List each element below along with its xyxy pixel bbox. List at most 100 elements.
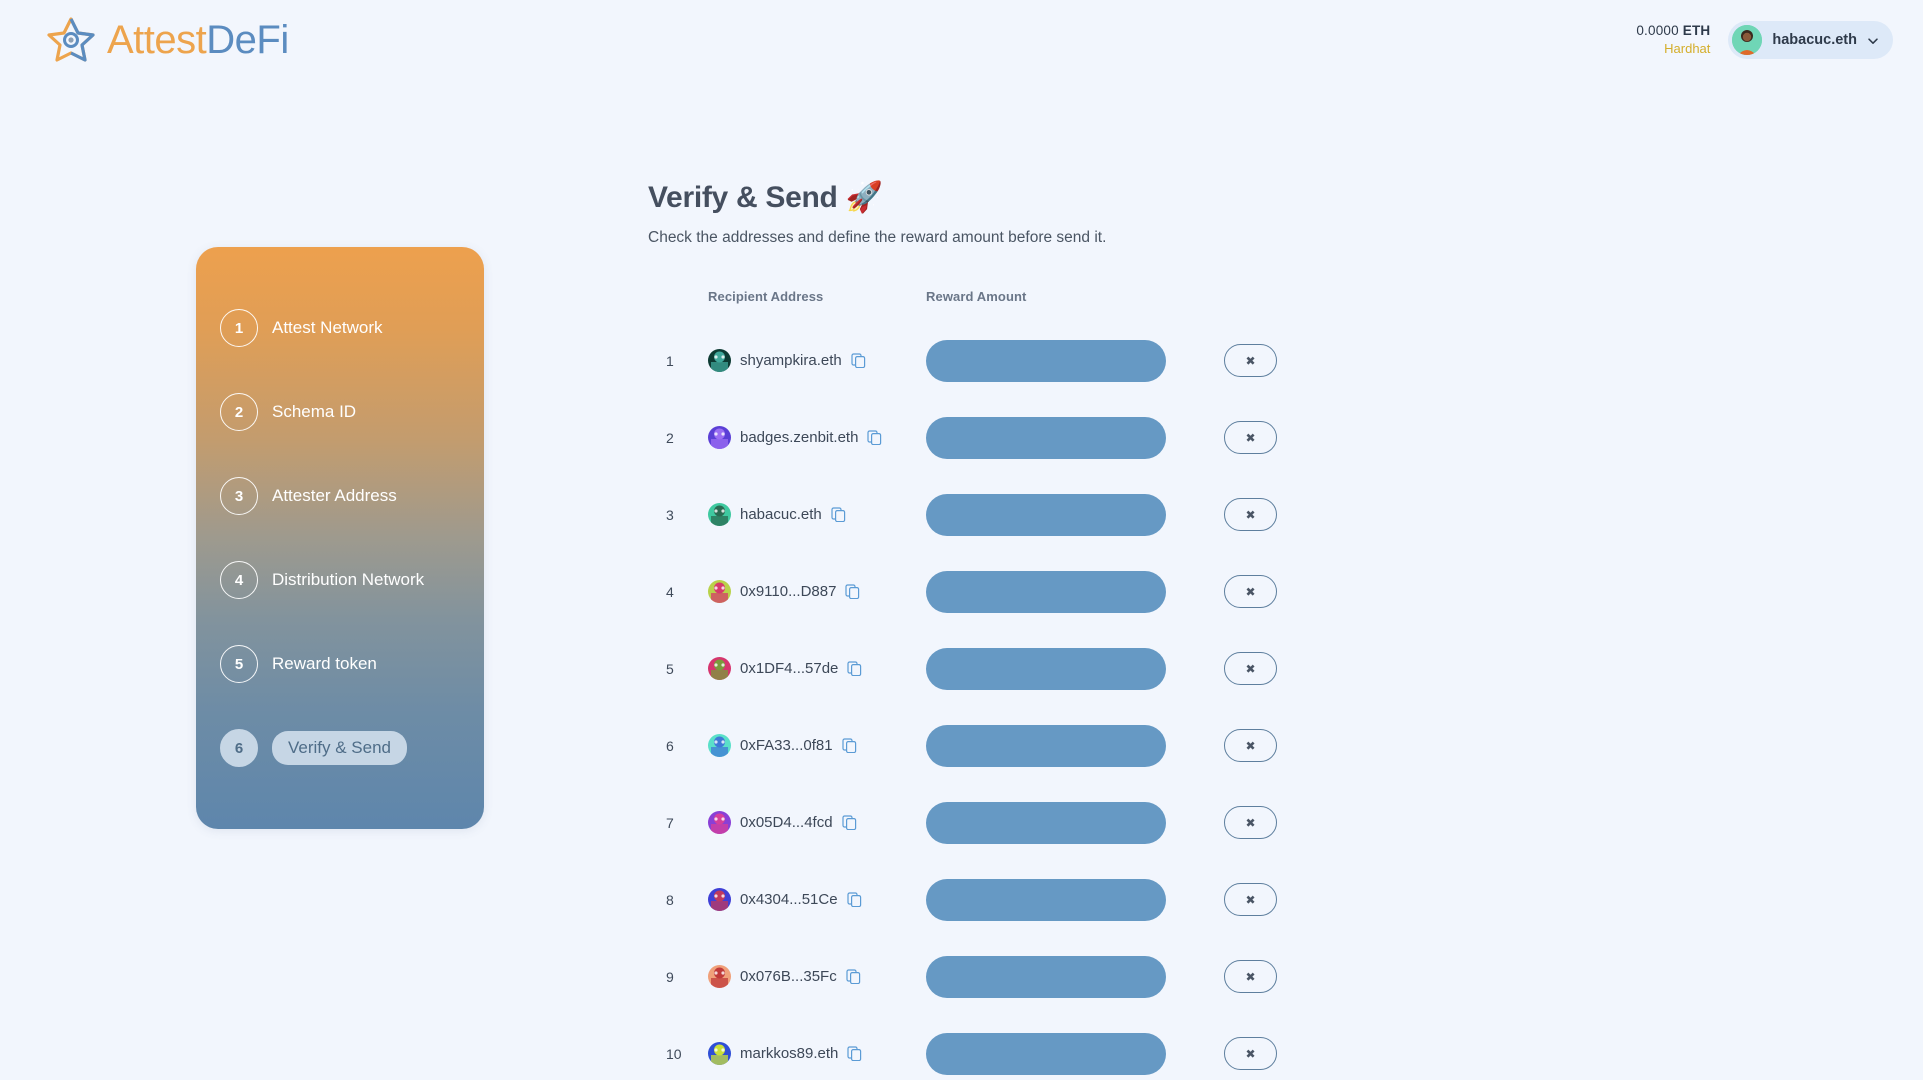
avatar (708, 426, 731, 449)
header-right-cluster: 0.0000 ETH Hardhat habacuc.eth (1636, 21, 1893, 59)
amount-cell (926, 416, 1166, 459)
table-row: 3 habacuc.eth ✖ (648, 476, 1548, 553)
table-row: 7 0x05D4...4fcd ✖ (648, 784, 1548, 861)
remove-recipient-button[interactable]: ✖ (1224, 652, 1277, 685)
remove-recipient-button[interactable]: ✖ (1224, 575, 1277, 608)
wallet-account-button[interactable]: habacuc.eth (1728, 21, 1893, 59)
remove-recipient-button[interactable]: ✖ (1224, 729, 1277, 762)
reward-amount-input[interactable] (926, 724, 1166, 767)
remove-recipient-button[interactable]: ✖ (1224, 421, 1277, 454)
delete-cell: ✖ (1166, 1037, 1286, 1070)
table-row: 5 0x1DF4...57de ✖ (648, 630, 1548, 707)
stepper-item-verify-send[interactable]: 6 Verify & Send (220, 706, 484, 790)
recipient-address-text: 0x05D4...4fcd (740, 814, 833, 831)
amount-cell (926, 724, 1166, 767)
copy-icon[interactable] (846, 892, 862, 908)
recipient-address-text: markkos89.eth (740, 1045, 839, 1062)
wizard-stepper: 1 Attest Network 2 Schema ID 3 Attester Addre… (196, 247, 484, 829)
row-index: 2 (666, 429, 674, 446)
row-index: 4 (666, 583, 674, 600)
delete-cell: ✖ (1166, 652, 1286, 685)
page-title: Verify & Send 🚀 (648, 181, 883, 214)
delete-cell: ✖ (1166, 575, 1286, 608)
stepper-item-attester-address[interactable]: 3 Attester Address (220, 454, 484, 538)
recipient-address-text: habacuc.eth (740, 506, 822, 523)
row-index: 10 (666, 1045, 682, 1062)
stepper-item-schema-id[interactable]: 2 Schema ID (220, 370, 484, 454)
recipient-address-text: 0xFA33...0f81 (740, 737, 833, 754)
reward-amount-input[interactable] (926, 493, 1166, 536)
eth-balance: 0.0000 ETH (1636, 22, 1710, 40)
row-index: 1 (666, 352, 674, 369)
recipient-cell: shyampkira.eth (708, 349, 926, 372)
delete-cell: ✖ (1166, 960, 1286, 993)
recipient-rows: 1 shyampkira.eth ✖ 2 badges.zenbit.eth ✖ 3 haba… (648, 322, 1548, 1080)
stepper-item-label: Attester Address (272, 486, 397, 505)
copy-icon[interactable] (841, 815, 857, 831)
delete-cell: ✖ (1166, 344, 1286, 377)
avatar (708, 734, 731, 757)
avatar (1732, 25, 1763, 55)
recipient-cell: badges.zenbit.eth (708, 426, 926, 449)
delete-cell: ✖ (1166, 498, 1286, 531)
recipient-address-text: 0x1DF4...57de (740, 660, 839, 677)
reward-amount-input[interactable] (926, 647, 1166, 690)
app-header: AttestDeFi 0.0000 ETH Hardhat habacuc.et… (0, 0, 1923, 80)
remove-recipient-button[interactable]: ✖ (1224, 960, 1277, 993)
recipient-address-text: badges.zenbit.eth (740, 429, 859, 446)
star-logo-icon (45, 14, 97, 66)
avatar (708, 811, 731, 834)
table-row: 8 0x4304...51Ce ✖ (648, 861, 1548, 938)
remove-recipient-button[interactable]: ✖ (1224, 498, 1277, 531)
stepper-item-label: Attest Network (272, 318, 383, 337)
avatar (708, 349, 731, 372)
recipient-address-text: 0x4304...51Ce (740, 891, 838, 908)
delete-cell: ✖ (1166, 729, 1286, 762)
reward-amount-input[interactable] (926, 955, 1166, 998)
stepper-item-distribution-network[interactable]: 4 Distribution Network (220, 538, 484, 622)
remove-recipient-button[interactable]: ✖ (1224, 344, 1277, 377)
reward-amount-input[interactable] (926, 801, 1166, 844)
copy-icon[interactable] (867, 430, 882, 446)
stepper-item-reward-token[interactable]: 5 Reward token (220, 622, 484, 706)
amount-cell (926, 878, 1166, 921)
recipient-cell: habacuc.eth (708, 503, 926, 526)
stepper-item-label: Schema ID (272, 402, 357, 421)
wallet-balance-block: 0.0000 ETH Hardhat (1636, 22, 1710, 58)
avatar (708, 657, 731, 680)
copy-icon[interactable] (847, 1046, 862, 1062)
copy-icon[interactable] (841, 738, 857, 754)
table-header-row: Recipient Address Reward Amount (648, 289, 1548, 304)
copy-icon[interactable] (845, 584, 860, 600)
amount-cell (926, 801, 1166, 844)
main-content: Verify & Send 🚀 Check the addresses and … (648, 180, 1548, 1080)
reward-amount-input[interactable] (926, 339, 1166, 382)
reward-amount-input[interactable] (926, 878, 1166, 921)
copy-icon[interactable] (831, 507, 846, 523)
copy-icon[interactable] (851, 353, 866, 369)
table-row: 4 0x9110...D887 ✖ (648, 553, 1548, 630)
stepper-item-number: 5 (220, 645, 258, 683)
stepper-item-number: 4 (220, 561, 258, 599)
stepper-item-number: 6 (220, 729, 258, 767)
copy-icon[interactable] (846, 969, 861, 985)
brand-logo[interactable]: AttestDeFi (45, 14, 289, 66)
stepper-item-number: 1 (220, 309, 258, 347)
stepper-item-label: Distribution Network (272, 570, 425, 589)
remove-recipient-button[interactable]: ✖ (1224, 1037, 1277, 1070)
remove-recipient-button[interactable]: ✖ (1224, 806, 1277, 839)
reward-amount-input[interactable] (926, 416, 1166, 459)
stepper-item-attest-network[interactable]: 1 Attest Network (220, 286, 484, 370)
avatar (708, 503, 731, 526)
table-row: 6 0xFA33...0f81 ✖ (648, 707, 1548, 784)
reward-amount-input[interactable] (926, 570, 1166, 613)
amount-cell (926, 339, 1166, 382)
stepper-item-label: Reward token (272, 654, 377, 673)
remove-recipient-button[interactable]: ✖ (1224, 883, 1277, 916)
delete-cell: ✖ (1166, 421, 1286, 454)
avatar (708, 1042, 731, 1065)
amount-cell (926, 1032, 1166, 1075)
reward-amount-input[interactable] (926, 1032, 1166, 1075)
column-header-recipient: Recipient Address (708, 289, 824, 304)
copy-icon[interactable] (847, 661, 862, 677)
